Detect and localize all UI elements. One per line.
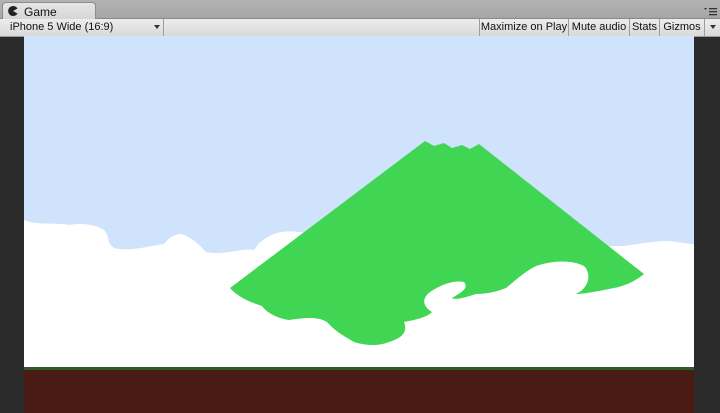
pacman-icon — [8, 6, 18, 16]
ground — [24, 370, 694, 413]
dropdown-arrow-icon — [154, 25, 160, 29]
mute-audio-toggle[interactable]: Mute audio — [568, 19, 629, 36]
maximize-on-play-toggle[interactable]: Maximize on Play — [479, 19, 568, 36]
tab-game[interactable]: Game — [2, 2, 96, 19]
grass-strip — [24, 367, 694, 370]
gizmos-dropdown[interactable] — [704, 19, 720, 36]
game-scene — [24, 36, 694, 413]
gizmos-toggle[interactable]: Gizmos — [659, 19, 704, 36]
tab-game-label: Game — [24, 5, 57, 19]
tab-strip: Game — [0, 0, 720, 19]
aspect-ratio-dropdown[interactable]: iPhone 5 Wide (16:9) — [4, 19, 164, 36]
game-toolbar: iPhone 5 Wide (16:9) Maximize on Play Mu… — [0, 19, 720, 37]
stats-toggle[interactable]: Stats — [629, 19, 659, 36]
aspect-ratio-label: iPhone 5 Wide (16:9) — [10, 21, 114, 33]
gizmos-dropdown-arrow-icon — [710, 25, 716, 29]
game-viewport[interactable] — [24, 36, 694, 413]
panel-menu-icon[interactable] — [704, 7, 717, 16]
